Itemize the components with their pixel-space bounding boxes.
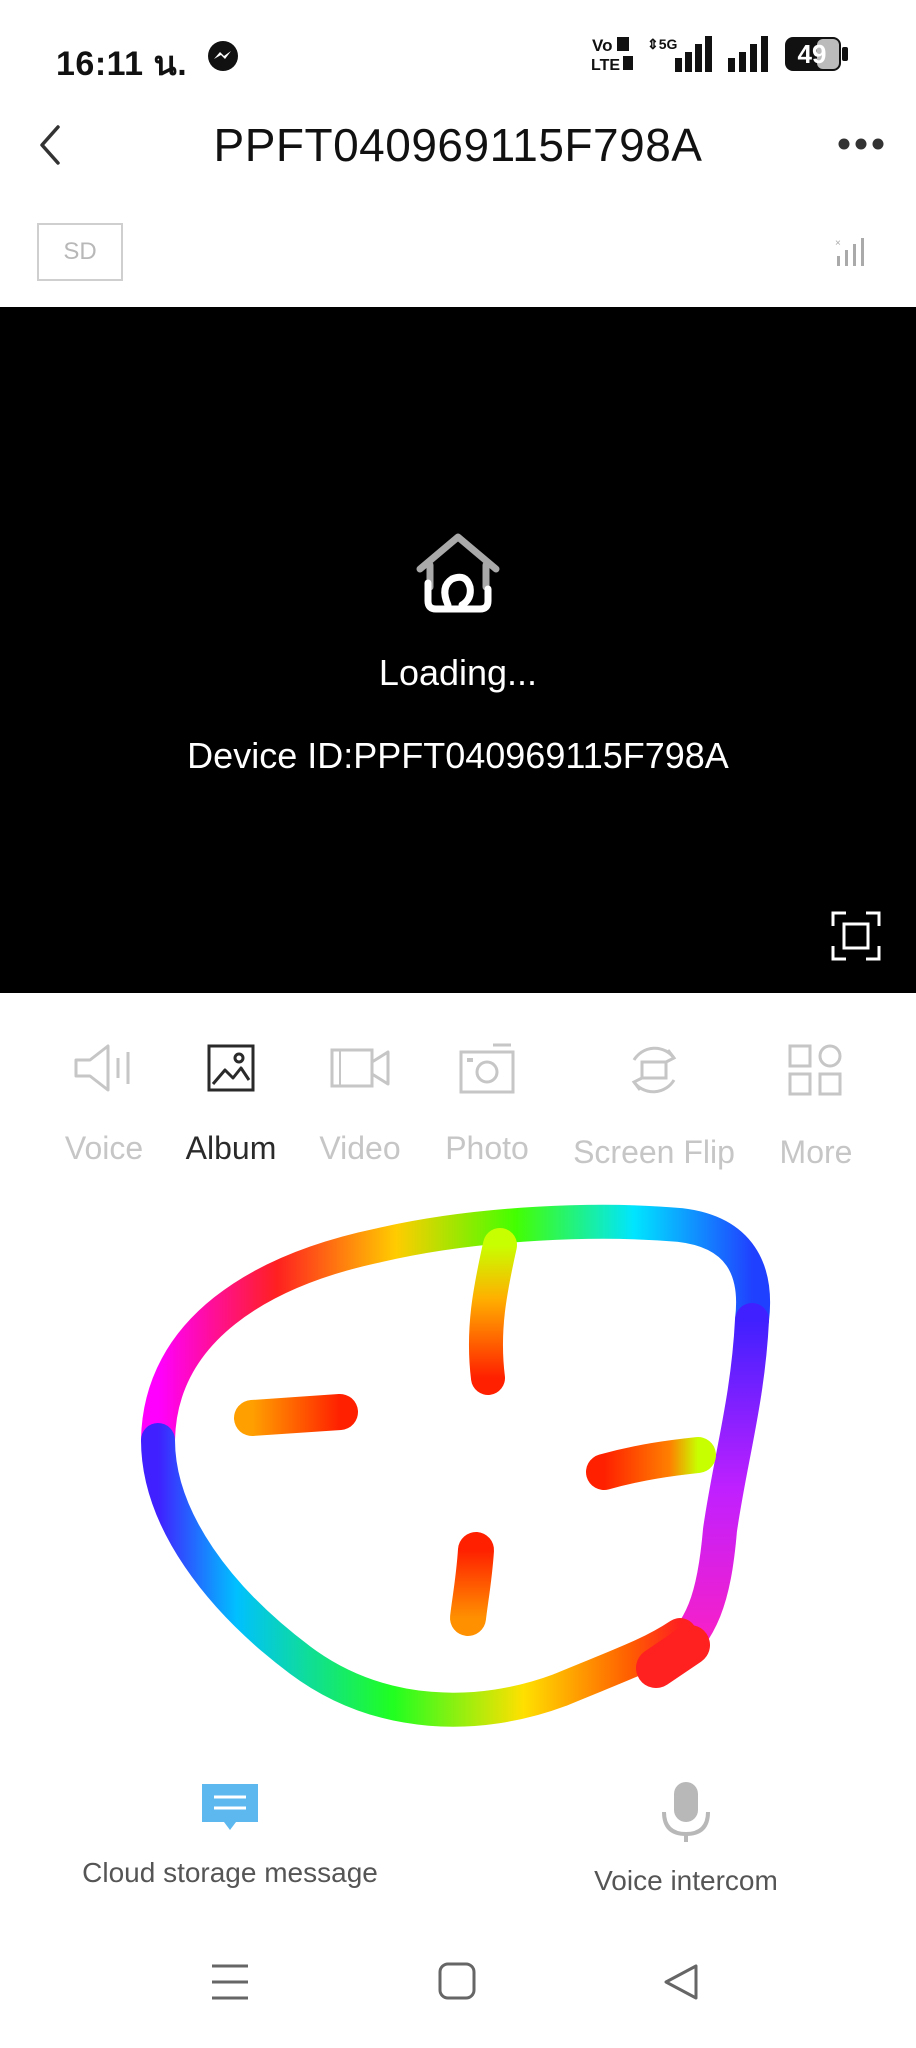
video-label: Video — [319, 1130, 401, 1166]
microphone-icon — [662, 1782, 710, 1842]
message-icon — [202, 1784, 258, 1830]
menu-icon — [212, 1964, 248, 2000]
battery-level: 49 — [797, 39, 827, 69]
rainbow-drawing — [141, 1204, 770, 1727]
voice-button[interactable]: Voice — [52, 1040, 156, 1167]
video-player[interactable]: Loading... Device ID:PPFT040969115F798A — [0, 307, 916, 993]
voice-intercom-label: Voice intercom — [594, 1865, 778, 1896]
status-time: 16:11 น. — [56, 45, 188, 83]
chevron-left-icon — [40, 125, 60, 165]
cloud-storage-label: Cloud storage message — [82, 1857, 378, 1888]
album-label: Album — [185, 1130, 277, 1166]
system-back-button[interactable] — [660, 1960, 704, 2004]
voice-intercom-button[interactable]: Voice intercom — [566, 1780, 806, 1897]
recent-apps-button[interactable] — [208, 1960, 252, 2004]
photo-label: Photo — [445, 1130, 529, 1166]
cloud-storage-message-button[interactable]: Cloud storage message — [70, 1780, 390, 1889]
screen-flip-label: Screen Flip — [573, 1134, 735, 1170]
photo-button[interactable]: Photo — [432, 1040, 542, 1167]
more-label: More — [779, 1134, 853, 1170]
image-icon — [207, 1044, 255, 1092]
more-button[interactable]: More — [764, 1040, 868, 1171]
svg-text:Vo: Vo — [592, 36, 612, 55]
speaker-icon — [74, 1044, 130, 1092]
more-options-button[interactable] — [830, 118, 890, 168]
svg-text:LTE: LTE — [591, 57, 620, 74]
cellular-5g-icon: ⇕5G — [647, 36, 712, 72]
grid-icon — [788, 1044, 842, 1096]
page-title: PPFT040969115F798A — [213, 119, 703, 171]
screen-flip-button[interactable]: Screen Flip — [566, 1040, 742, 1171]
flip-icon — [631, 1046, 677, 1094]
home-square-icon — [438, 1962, 476, 2000]
video-record-button[interactable]: Video — [305, 1040, 415, 1167]
svg-text:⇕5G: ⇕5G — [647, 36, 678, 52]
svg-text:×: × — [835, 238, 841, 249]
cellular-signal-icon — [728, 36, 768, 72]
device-id-text: Device ID:PPFT040969115F798A — [187, 735, 729, 776]
voice-label: Voice — [64, 1130, 144, 1166]
back-button[interactable] — [30, 115, 80, 175]
wifi-signal-icon: × — [835, 238, 864, 266]
home-logo-icon — [416, 533, 500, 613]
sd-card-button[interactable]: SD — [37, 223, 123, 281]
fullscreen-icon — [831, 911, 881, 961]
loading-text: Loading... — [378, 652, 538, 693]
status-bar: 16:11 น. Vo LTE ⇕5G 49 — [0, 0, 916, 110]
back-triangle-icon — [664, 1964, 698, 2000]
video-camera-icon — [330, 1048, 390, 1088]
more-dots-icon — [838, 138, 884, 150]
messenger-icon — [208, 41, 238, 71]
volte-icon: Vo LTE — [591, 36, 633, 74]
home-button[interactable] — [436, 1960, 480, 2004]
album-button[interactable]: Album — [176, 1040, 286, 1167]
camera-icon — [459, 1043, 515, 1094]
fullscreen-button[interactable] — [830, 910, 882, 962]
